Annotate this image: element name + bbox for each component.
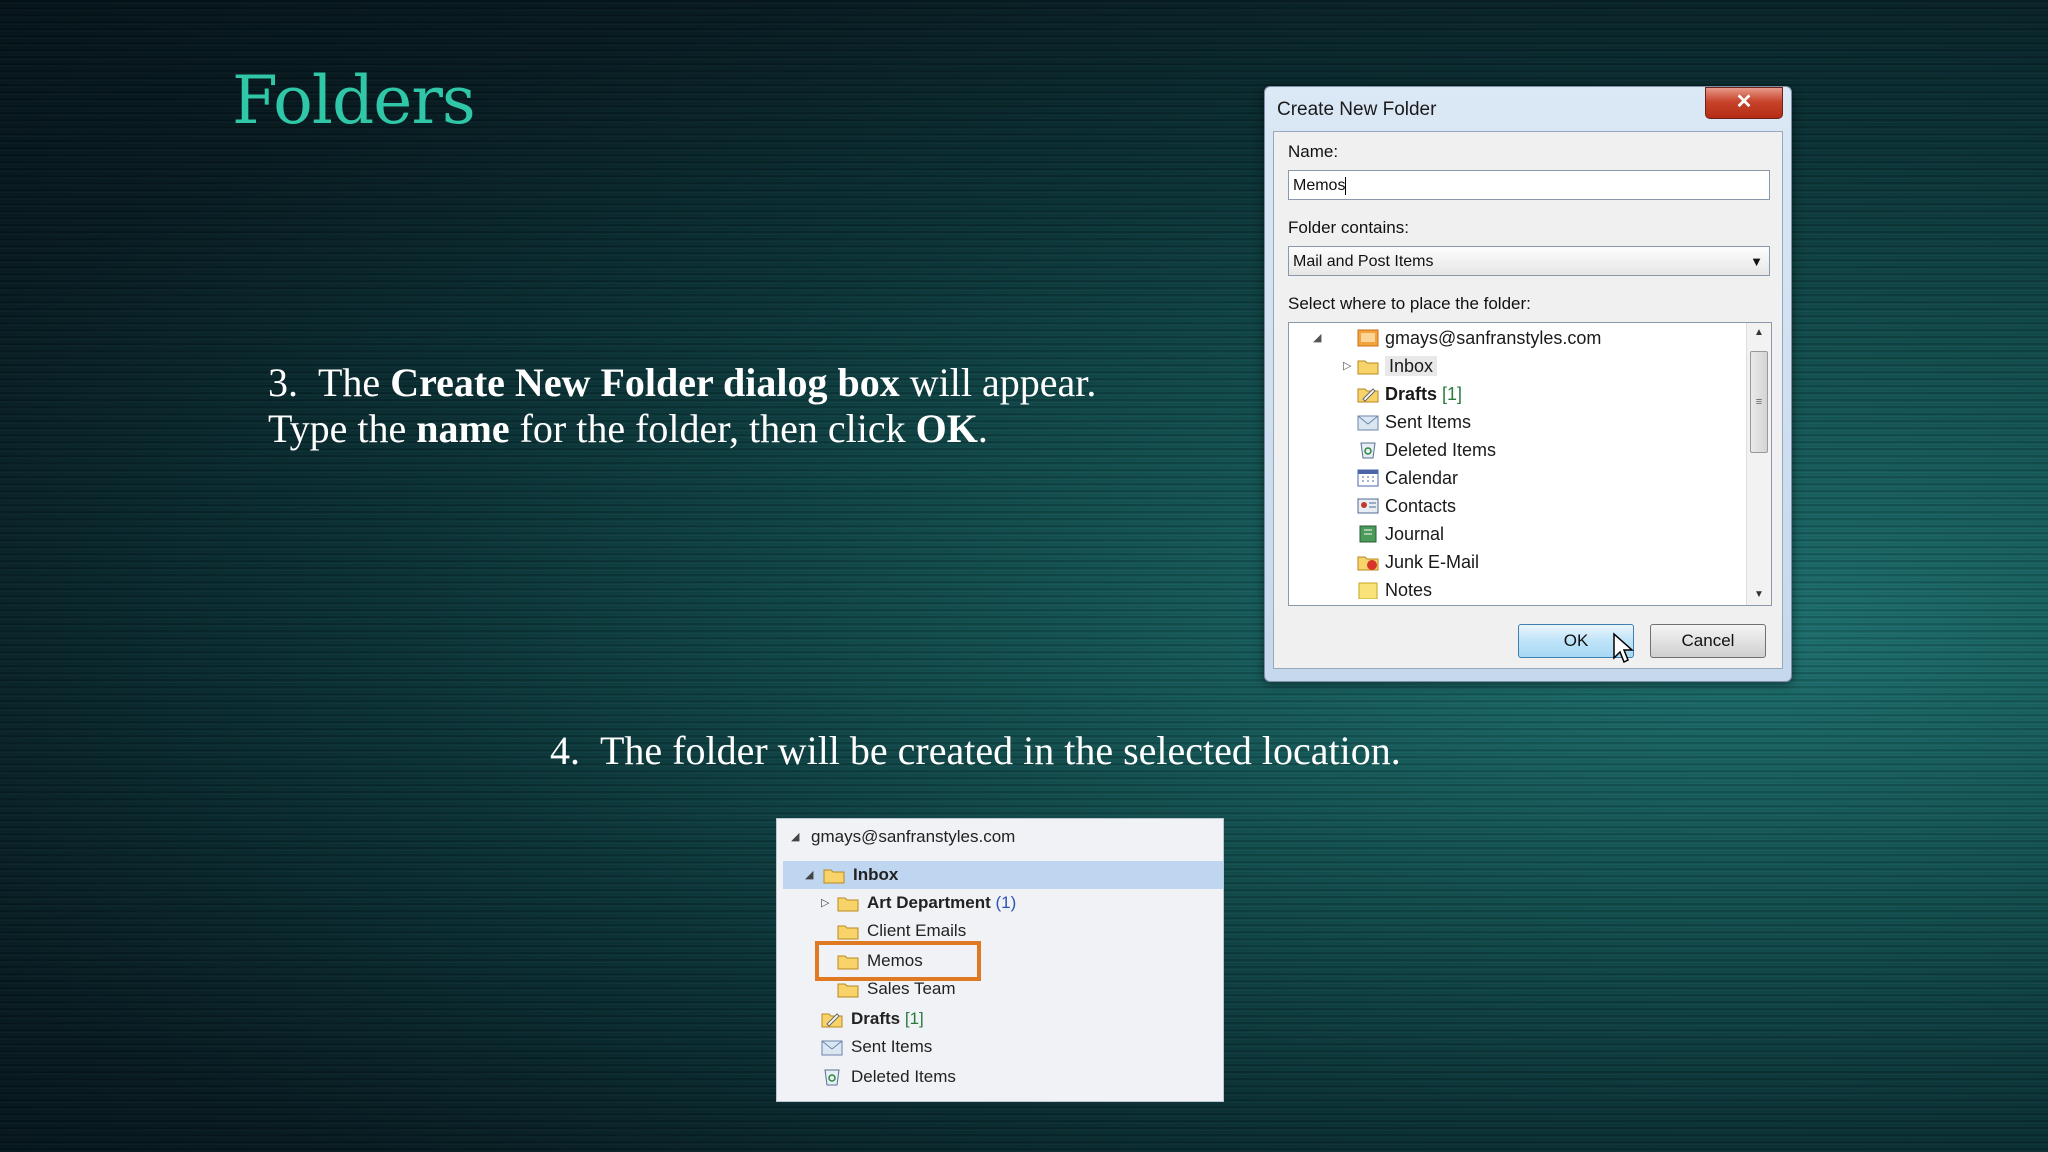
expand-arrow-icon[interactable]: ▷	[821, 889, 829, 917]
drafts-icon	[821, 1009, 843, 1028]
folder-pane: ◢ gmays@sanfranstyles.com ◢ Inbox ▷ Art …	[776, 818, 1224, 1102]
pane-sent-items[interactable]: Sent Items	[777, 1033, 1223, 1061]
folder-icon	[837, 893, 859, 912]
dialog-title: Create New Folder	[1277, 99, 1437, 120]
collapse-arrow-icon[interactable]: ◢	[791, 823, 799, 851]
pane-art-department[interactable]: ▷ Art Department (1)	[777, 889, 1223, 917]
folder-contains-label: Folder contains:	[1288, 218, 1409, 237]
deleted-items-icon	[1357, 440, 1379, 459]
tree-scrollbar[interactable]: ▲ ≡ ▼	[1746, 323, 1771, 605]
scroll-up-icon[interactable]: ▲	[1747, 323, 1771, 343]
dialog-body: Name: Memos Folder contains: Mail and Po…	[1273, 131, 1783, 669]
name-label: Name:	[1288, 142, 1339, 161]
junk-mail-icon	[1357, 552, 1379, 571]
tree-item-journal[interactable]: Journal	[1357, 521, 1444, 547]
calendar-icon	[1357, 468, 1379, 487]
step-4-text: 4. The folder will be created in the sel…	[550, 728, 1401, 773]
scroll-down-icon[interactable]: ▼	[1747, 585, 1771, 605]
place-folder-label: Select where to place the folder:	[1288, 294, 1531, 313]
folder-icon	[837, 979, 859, 998]
journal-icon	[1357, 524, 1379, 543]
tree-item-inbox[interactable]: ▷ Inbox	[1343, 353, 1438, 379]
tree-item-calendar[interactable]: Calendar	[1357, 465, 1458, 491]
folder-location-tree[interactable]: ◢ gmays@sanfranstyles.com ▷ Inbox Drafts…	[1288, 322, 1772, 606]
mailbox-icon	[1357, 328, 1379, 347]
pane-account[interactable]: ◢ gmays@sanfranstyles.com	[777, 823, 1223, 851]
close-button[interactable]: ✕	[1705, 87, 1783, 119]
deleted-items-icon	[821, 1067, 843, 1086]
pane-drafts[interactable]: Drafts [1]	[777, 1005, 1223, 1033]
cancel-button[interactable]: Cancel	[1650, 624, 1766, 658]
tree-item-junk-email[interactable]: Junk E-Mail	[1357, 549, 1479, 575]
tree-item-contacts[interactable]: Contacts	[1357, 493, 1456, 519]
slide-title: Folders	[232, 62, 476, 139]
tree-account[interactable]: ◢ gmays@sanfranstyles.com	[1313, 325, 1601, 351]
collapse-arrow-icon[interactable]: ◢	[805, 861, 813, 889]
memos-highlight-box	[815, 941, 981, 981]
pane-deleted-items[interactable]: Deleted Items	[777, 1063, 1223, 1091]
inbox-icon	[1357, 356, 1379, 375]
mouse-cursor-icon	[1613, 632, 1634, 664]
notes-icon	[1357, 580, 1379, 600]
scroll-thumb[interactable]: ≡	[1750, 351, 1768, 453]
pane-inbox[interactable]: ◢ Inbox	[783, 861, 1223, 889]
folder-contains-select[interactable]: Mail and Post Items ▼	[1288, 246, 1770, 276]
name-input[interactable]: Memos	[1288, 170, 1770, 200]
step-3-text: 3. The Create New Folder dialog box will…	[268, 360, 1097, 451]
tree-item-notes[interactable]: Notes	[1357, 577, 1432, 603]
dropdown-arrow-icon: ▼	[1750, 254, 1763, 269]
drafts-icon	[1357, 384, 1379, 403]
sent-items-icon	[1357, 412, 1379, 431]
sent-items-icon	[821, 1037, 843, 1056]
collapse-arrow-icon[interactable]: ◢	[1313, 325, 1321, 351]
folder-icon	[837, 921, 859, 940]
tree-item-drafts[interactable]: Drafts [1]	[1357, 381, 1462, 407]
expand-arrow-icon[interactable]: ▷	[1343, 353, 1351, 379]
inbox-icon	[823, 865, 845, 884]
contacts-icon	[1357, 496, 1379, 514]
tree-item-sent-items[interactable]: Sent Items	[1357, 409, 1471, 435]
tree-item-deleted-items[interactable]: Deleted Items	[1357, 437, 1496, 463]
create-new-folder-dialog: Create New Folder ✕ Name: Memos Folder c…	[1264, 86, 1792, 682]
